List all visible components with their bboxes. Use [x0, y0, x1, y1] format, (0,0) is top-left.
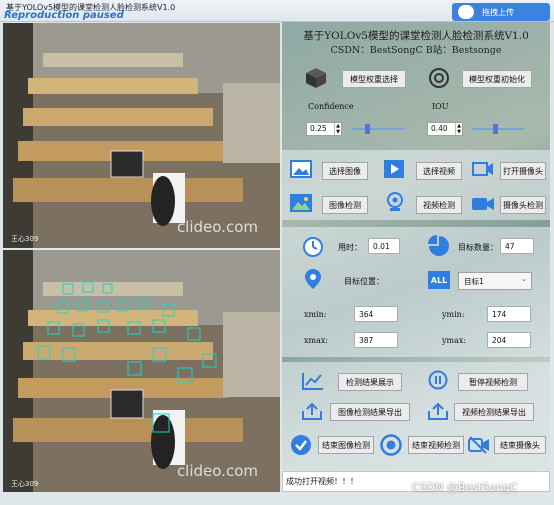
model-weights-init-button[interactable]: 模型权重初始化 [462, 70, 532, 88]
result-video: clideo.com 王心309 [3, 250, 280, 492]
all-icon: ALL [428, 271, 450, 289]
title-bar: 基于YOLOv5模型的课堂检测人脸检测系统V1.0 Reproduction p… [0, 0, 554, 22]
image-detect-button[interactable]: 图像检测 [322, 196, 368, 214]
video-watermark: clideo.com [176, 218, 258, 236]
ymin-label: ymin: [442, 310, 465, 319]
time-label: 用时： [338, 243, 362, 252]
video-camera-icon [472, 198, 494, 210]
image-icon [290, 160, 312, 178]
confidence-slider[interactable] [352, 124, 404, 134]
iou-label: IOU [432, 102, 449, 111]
photo-icon [290, 194, 312, 212]
slider-handle[interactable] [365, 124, 370, 134]
model-weights-select-button[interactable]: 模型权重选择 [342, 70, 406, 88]
xmax-field: 387 [354, 332, 398, 348]
export-image-results-button[interactable]: 图像检测结果导出 [330, 403, 410, 421]
confidence-label: Confidence [308, 102, 354, 111]
iou-spinbox[interactable]: 0.40 ▲ ▼ [427, 122, 463, 136]
confidence-value: 0.25 [310, 124, 327, 133]
time-value-field: 0.01 [368, 238, 400, 254]
upload-button[interactable]: 拖拽上传 [452, 3, 550, 21]
camera-icon [472, 162, 493, 176]
video-detect-button[interactable]: 视频检测 [416, 196, 462, 214]
open-camera-button[interactable]: 打开摄像头 [500, 162, 546, 180]
chevron-down-icon: ⌄ [521, 275, 527, 283]
classroom-scene-original [3, 23, 280, 248]
export-video-results-button[interactable]: 视频检测结果导出 [454, 403, 534, 421]
target-select-dropdown[interactable]: 目标1 ⌄ [458, 272, 532, 290]
target-select-value: 目标1 [464, 277, 484, 286]
end-camera-button[interactable]: 结束摄像头 [494, 436, 546, 454]
target-count-field: 47 [500, 238, 534, 254]
confidence-spinbox[interactable]: 0.25 ▲ ▼ [306, 122, 342, 136]
ymax-field: 204 [487, 332, 531, 348]
video-corner-text: 王心309 [11, 480, 39, 488]
panel-title: 基于YOLOv5模型的课堂检测人脸检测系统V1.0 [303, 30, 529, 42]
upload-label: 拖拽上传 [482, 7, 514, 17]
csdn-watermark: CSDN @BestSongC [412, 481, 518, 494]
spin-arrows-icon: ▲ ▼ [455, 123, 462, 135]
xmax-label: xmax: [304, 336, 329, 345]
upload-video-icon [428, 402, 448, 420]
ymin-field: 174 [487, 306, 531, 322]
select-video-button[interactable]: 选择视频 [416, 162, 462, 180]
camera-detect-button[interactable]: 摄像头检测 [500, 196, 546, 214]
iou-slider[interactable] [472, 124, 524, 134]
reproduction-paused-label: Reproduction paused [4, 10, 124, 21]
video-watermark: clideo.com [176, 462, 258, 480]
video-corner-text: 王心309 [11, 235, 39, 243]
webcam-icon [387, 192, 403, 211]
target-position-label: 目标位置： [344, 277, 384, 286]
video-file-icon [384, 160, 404, 178]
check-circle-icon [291, 435, 311, 455]
xmin-label: xmin: [304, 310, 327, 319]
xmin-field: 364 [354, 306, 398, 322]
end-video-detect-button[interactable]: 结束视频检测 [408, 436, 464, 454]
end-image-detect-button[interactable]: 结束图像检测 [318, 436, 374, 454]
cube-icon [306, 68, 326, 88]
pause-video-detect-button[interactable]: 暂停视频检测 [458, 373, 528, 391]
select-image-button[interactable]: 选择图像 [322, 162, 368, 180]
location-pin-icon [305, 269, 321, 289]
stop-icon [380, 434, 402, 456]
target-count-label: 目标数量： [458, 243, 498, 252]
classroom-scene-detected [3, 250, 280, 492]
line-chart-icon [302, 373, 323, 390]
pie-chart-icon [428, 235, 449, 256]
cloud-icon [458, 5, 474, 19]
iou-value: 0.40 [431, 124, 448, 133]
ymax-label: ymax: [442, 336, 467, 345]
show-results-button[interactable]: 检测结果展示 [338, 373, 402, 391]
camera-off-icon [468, 436, 489, 454]
slider-handle[interactable] [492, 124, 498, 134]
spin-arrows-icon: ▲ ▼ [334, 123, 341, 135]
target-icon [429, 68, 449, 88]
pause-icon [428, 370, 448, 390]
upload-image-icon [302, 402, 322, 420]
control-panel: 基于YOLOv5模型的课堂检测人脸检测系统V1.0 CSDN：BestSongC… [282, 22, 550, 492]
panel-credits: CSDN：BestSongC B站：Bestsonge [330, 45, 502, 56]
source-video: clideo.com 王心309 [3, 23, 280, 248]
clock-icon [303, 237, 323, 257]
